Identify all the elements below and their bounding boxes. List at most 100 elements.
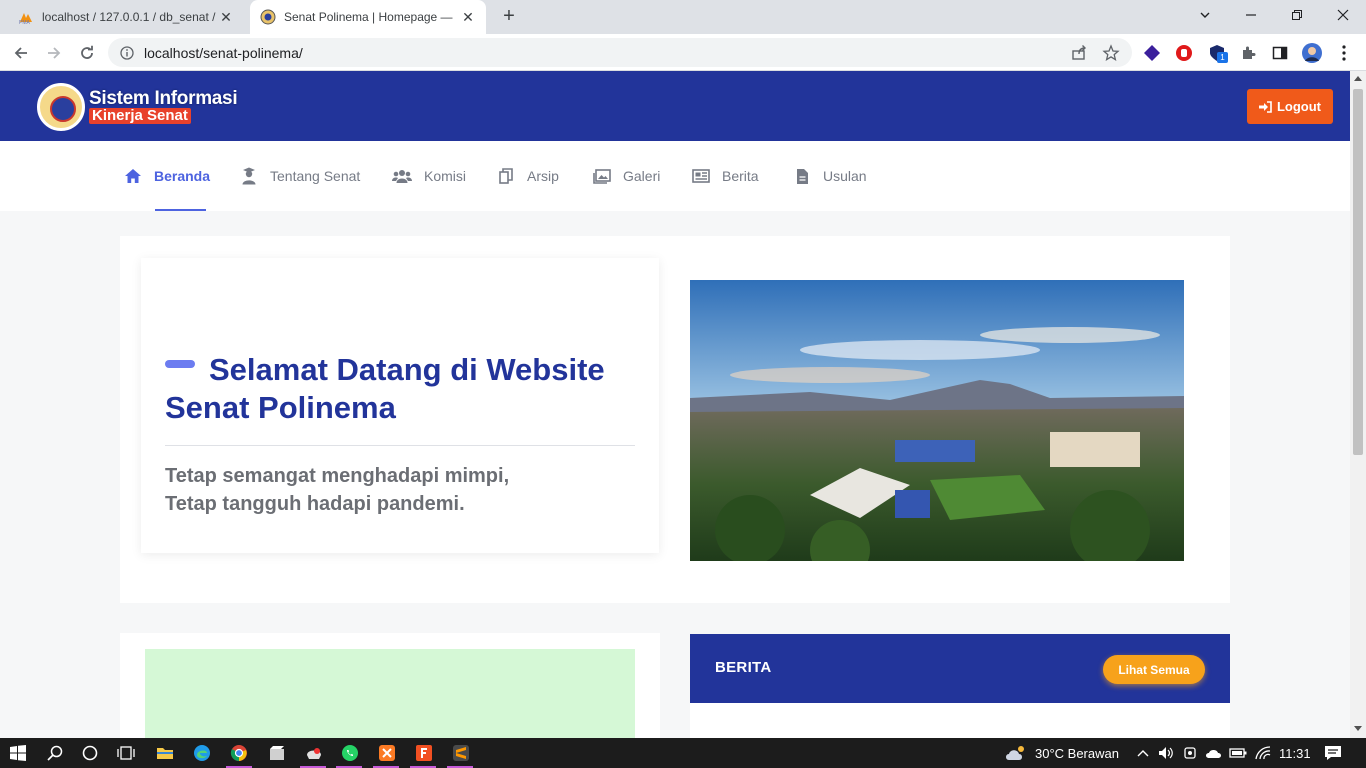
address-bar[interactable]: localhost/senat-polinema/: [108, 38, 1132, 67]
green-panel: [145, 649, 635, 738]
scrollbar-thumb[interactable]: [1353, 89, 1363, 455]
windows-start-icon[interactable]: [8, 743, 28, 763]
task-view-icon[interactable]: [116, 743, 136, 763]
extensions-puzzle-icon[interactable]: [1238, 43, 1258, 63]
reload-icon: [81, 45, 93, 59]
restore-icon: [1292, 10, 1302, 20]
home-icon: [124, 167, 142, 185]
subtitle-line: Tetap tangguh hadapi pandemi.: [165, 493, 465, 515]
logout-button[interactable]: Logout: [1247, 89, 1333, 124]
menu-item-galeri[interactable]: Galeri: [593, 141, 660, 211]
share-icon[interactable]: [1070, 44, 1088, 62]
whatsapp-icon[interactable]: [340, 743, 360, 763]
menu-item-label: Berita: [722, 168, 759, 184]
svg-text:PMA: PMA: [19, 20, 31, 25]
polinema-logo-icon[interactable]: [37, 83, 85, 131]
scroll-up-icon[interactable]: [1354, 76, 1362, 81]
extension-purple-icon[interactable]: [1142, 43, 1162, 63]
media-app-icon[interactable]: [267, 743, 287, 763]
graduate-icon: [240, 167, 258, 185]
site-header: Sistem Informasi Kinerja Senat Logout: [0, 71, 1350, 141]
menu-item-komisi[interactable]: Komisi: [392, 141, 466, 211]
browser-tab-strip: PMA localhost / 127.0.0.1 / db_senat / ✕…: [0, 0, 1366, 34]
chevron-up-icon[interactable]: [1133, 743, 1153, 763]
sublime-text-icon[interactable]: [451, 743, 471, 763]
main-menu: Beranda Tentang Senat Komisi Arsip Galer…: [0, 141, 1350, 211]
wifi-icon[interactable]: [1253, 743, 1273, 763]
url-text[interactable]: localhost/senat-polinema/: [144, 45, 303, 61]
side-panel-icon[interactable]: [1270, 43, 1290, 63]
menu-item-label: Galeri: [623, 168, 661, 184]
menu-item-beranda[interactable]: Beranda: [124, 141, 210, 211]
phpmyadmin-icon: PMA: [19, 13, 32, 25]
tab-search-button[interactable]: [1182, 0, 1228, 30]
gallery-icon: [593, 167, 611, 185]
news-list: [690, 703, 1230, 738]
new-tab-button[interactable]: +: [498, 6, 520, 28]
users-icon: [392, 167, 412, 185]
newspaper-icon: [692, 167, 710, 185]
onedrive-cloud-icon[interactable]: [1204, 743, 1224, 763]
scroll-down-icon[interactable]: [1354, 726, 1362, 731]
menu-item-label: Beranda: [154, 168, 211, 184]
news-heading: BERITA: [715, 659, 772, 676]
welcome-title: Selamat Datang di Website Senat Polinema: [165, 352, 605, 425]
see-all-news-button[interactable]: Lihat Semua: [1103, 655, 1205, 684]
welcome-subtitle: Tetap semangat menghadapi mimpi, Tetap t…: [165, 462, 509, 518]
polinema-seal-icon: [260, 9, 276, 25]
menu-item-label: Arsip: [527, 168, 559, 184]
forward-button[interactable]: [42, 41, 66, 65]
reload-button[interactable]: [75, 41, 99, 65]
menu-item-berita[interactable]: Berita: [692, 141, 759, 211]
search-icon[interactable]: [45, 743, 65, 763]
app-icon-tray[interactable]: [304, 743, 324, 763]
browser-tab-phpmyadmin[interactable]: PMA localhost / 127.0.0.1 / db_senat / ✕: [8, 0, 244, 34]
xampp-icon[interactable]: [377, 743, 397, 763]
menu-item-label: Komisi: [424, 168, 467, 184]
menu-item-arsip[interactable]: Arsip: [497, 141, 559, 211]
active-menu-indicator: [155, 209, 206, 211]
edge-icon[interactable]: [192, 743, 212, 763]
weather-text[interactable]: 30°C Berawan: [1035, 746, 1119, 761]
menu-item-tentang-senat[interactable]: Tentang Senat: [240, 141, 360, 211]
browser-tab-senat[interactable]: Senat Polinema | Homepage — ✕: [250, 0, 486, 34]
volume-icon[interactable]: [1156, 743, 1176, 763]
campus-aerial-photo: [690, 280, 1184, 561]
network-adapter-icon[interactable]: [1180, 743, 1200, 763]
sign-in-icon: [1258, 100, 1272, 113]
tab-title: Senat Polinema | Homepage —: [284, 10, 453, 24]
weather-cloud-icon[interactable]: [1004, 743, 1028, 763]
page-scrollbar[interactable]: [1350, 71, 1366, 738]
profile-avatar[interactable]: [1302, 43, 1322, 63]
cortana-icon[interactable]: [80, 743, 100, 763]
extension-shield-icon[interactable]: 1: [1207, 43, 1228, 63]
logo-subtitle[interactable]: Kinerja Senat: [89, 108, 191, 124]
back-button[interactable]: [9, 41, 33, 65]
copy-icon: [497, 167, 515, 185]
close-tab-icon[interactable]: ✕: [218, 9, 234, 26]
extension-badge: 1: [1217, 52, 1228, 63]
divider: [165, 445, 635, 446]
arrow-left-icon: [14, 47, 27, 59]
close-window-button[interactable]: [1320, 0, 1366, 30]
subtitle-line: Tetap semangat menghadapi mimpi,: [165, 465, 510, 487]
restore-button[interactable]: [1274, 0, 1320, 30]
logout-label: Logout: [1276, 99, 1322, 114]
chrome-icon[interactable]: [229, 743, 249, 763]
bookmark-star-icon[interactable]: [1102, 44, 1120, 62]
foxit-reader-icon[interactable]: [414, 743, 434, 763]
notification-center-icon[interactable]: [1323, 743, 1343, 763]
browser-menu-icon[interactable]: [1334, 43, 1354, 63]
clock-time[interactable]: 11:31: [1279, 746, 1311, 761]
file-icon: [793, 167, 811, 185]
info-icon[interactable]: [120, 45, 134, 60]
minimize-icon: [1246, 14, 1256, 16]
menu-item-label: Usulan: [823, 168, 867, 184]
file-explorer-icon[interactable]: [155, 743, 175, 763]
close-tab-icon[interactable]: ✕: [460, 9, 476, 26]
extension-red-icon[interactable]: [1174, 43, 1194, 63]
minimize-button[interactable]: [1228, 0, 1274, 30]
menu-item-usulan[interactable]: Usulan: [793, 141, 867, 211]
menu-item-label: Tentang Senat: [270, 168, 361, 184]
battery-icon[interactable]: [1228, 743, 1248, 763]
